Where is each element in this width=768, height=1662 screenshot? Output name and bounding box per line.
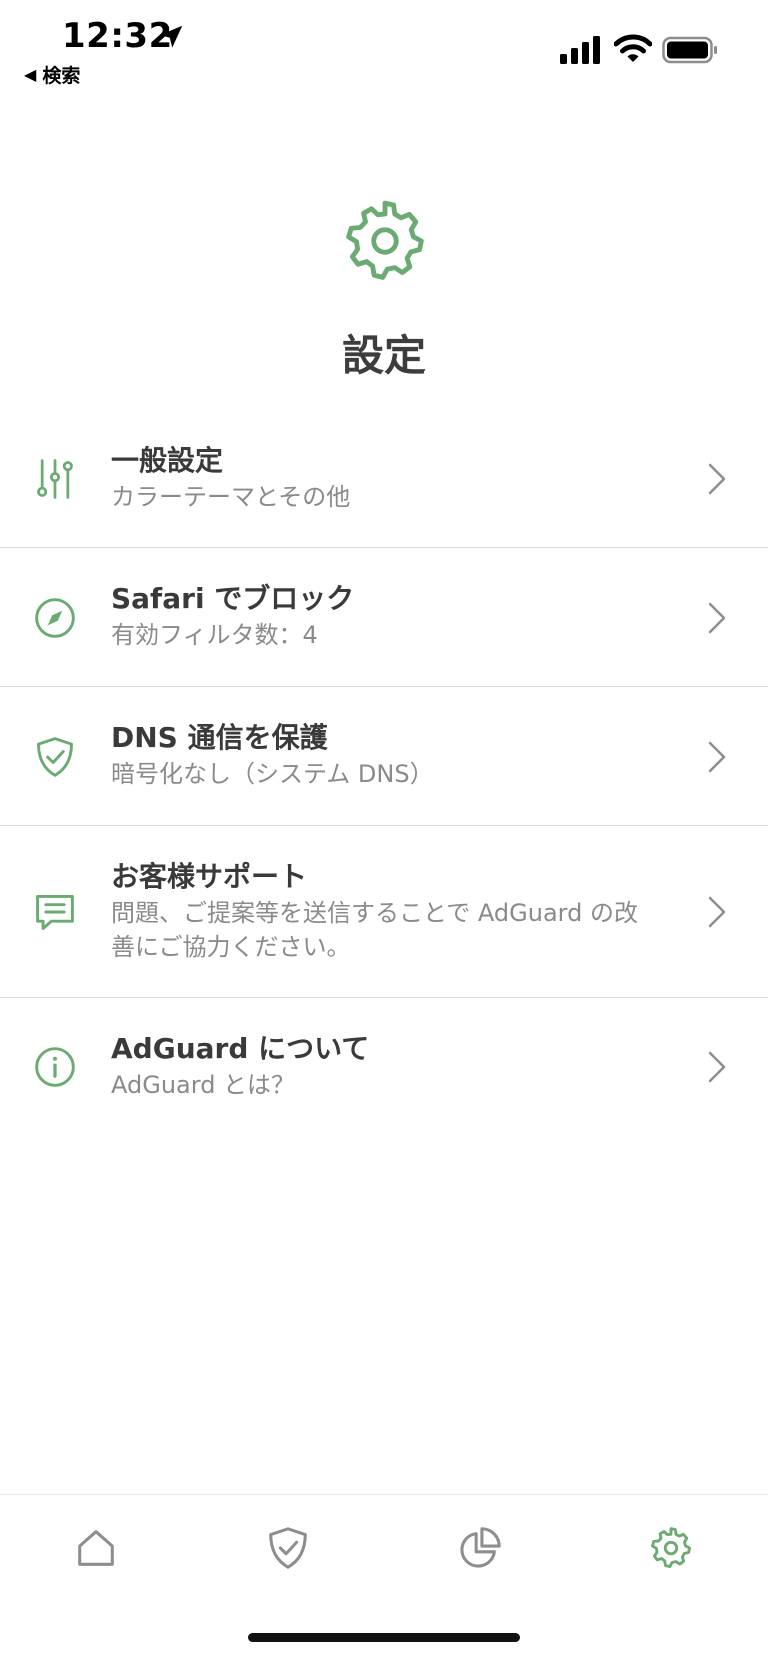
chevron-right-icon <box>708 741 726 773</box>
settings-gear-icon <box>346 200 424 280</box>
chevron-right-icon <box>708 602 726 634</box>
support-row[interactable]: お客様サポート 問題、ご提案等を送信することで AdGuard の改善にご協力く… <box>0 826 768 998</box>
tab-statistics-pie-chart-icon[interactable] <box>457 1525 503 1571</box>
home-indicator[interactable] <box>248 1633 520 1642</box>
chevron-right-icon <box>708 896 726 928</box>
safari-blocking-subtitle: 有効フィルタ数：4 <box>111 621 318 649</box>
dns-protection-subtitle: 暗号化なし（システム DNS） <box>111 760 434 788</box>
status-bar: 12:32 ◀ 検索 <box>0 0 768 100</box>
dns-protection-row[interactable]: DNS 通信を保護 暗号化なし（システム DNS） <box>0 687 768 826</box>
tab-home-icon[interactable] <box>73 1525 119 1571</box>
chat-icon <box>36 894 74 930</box>
compass-icon <box>35 598 75 638</box>
general-settings-title: 一般設定 <box>111 444 224 477</box>
sliders-icon <box>37 459 73 499</box>
dns-protection-title: DNS 通信を保護 <box>111 721 328 754</box>
support-subtitle: 問題、ご提案等を送信することで AdGuard の改善にご協力ください。 <box>111 899 638 961</box>
about-adguard-subtitle: AdGuard とは？ <box>111 1071 296 1099</box>
info-icon <box>35 1047 75 1087</box>
support-title: お客様サポート <box>111 860 308 893</box>
back-app-label: 検索 <box>42 65 81 87</box>
about-adguard-row[interactable]: AdGuard について AdGuard とは？ <box>0 998 768 1137</box>
wifi-icon <box>614 34 652 62</box>
tab-protection-shield-icon[interactable] <box>265 1525 311 1571</box>
cellular-signal-icon <box>560 36 600 64</box>
settings-list: 一般設定 カラーテーマとその他 Safari でブロック 有効フィルタ数：4 D… <box>0 410 768 1137</box>
shield-check-icon <box>37 737 73 777</box>
about-adguard-title: AdGuard について <box>111 1032 370 1065</box>
back-triangle-icon: ◀ <box>24 65 37 84</box>
general-settings-subtitle: カラーテーマとその他 <box>111 483 351 511</box>
location-arrow-icon <box>159 25 183 48</box>
tab-settings-gear-icon[interactable] <box>648 1525 694 1571</box>
settings-screen: 12:32 ◀ 検索 設定 一般設定 カラーテーマとその他 Safari でブロ… <box>0 0 768 1662</box>
safari-blocking-title: Safari でブロック <box>111 582 355 615</box>
chevron-right-icon <box>708 463 726 495</box>
safari-blocking-row[interactable]: Safari でブロック 有効フィルタ数：4 <box>0 548 768 687</box>
chevron-right-icon <box>708 1051 726 1083</box>
back-to-app-link[interactable]: ◀ 検索 <box>24 61 80 88</box>
page-title: 設定 <box>341 331 426 380</box>
battery-icon <box>662 36 717 64</box>
general-settings-row[interactable]: 一般設定 カラーテーマとその他 <box>0 410 768 548</box>
